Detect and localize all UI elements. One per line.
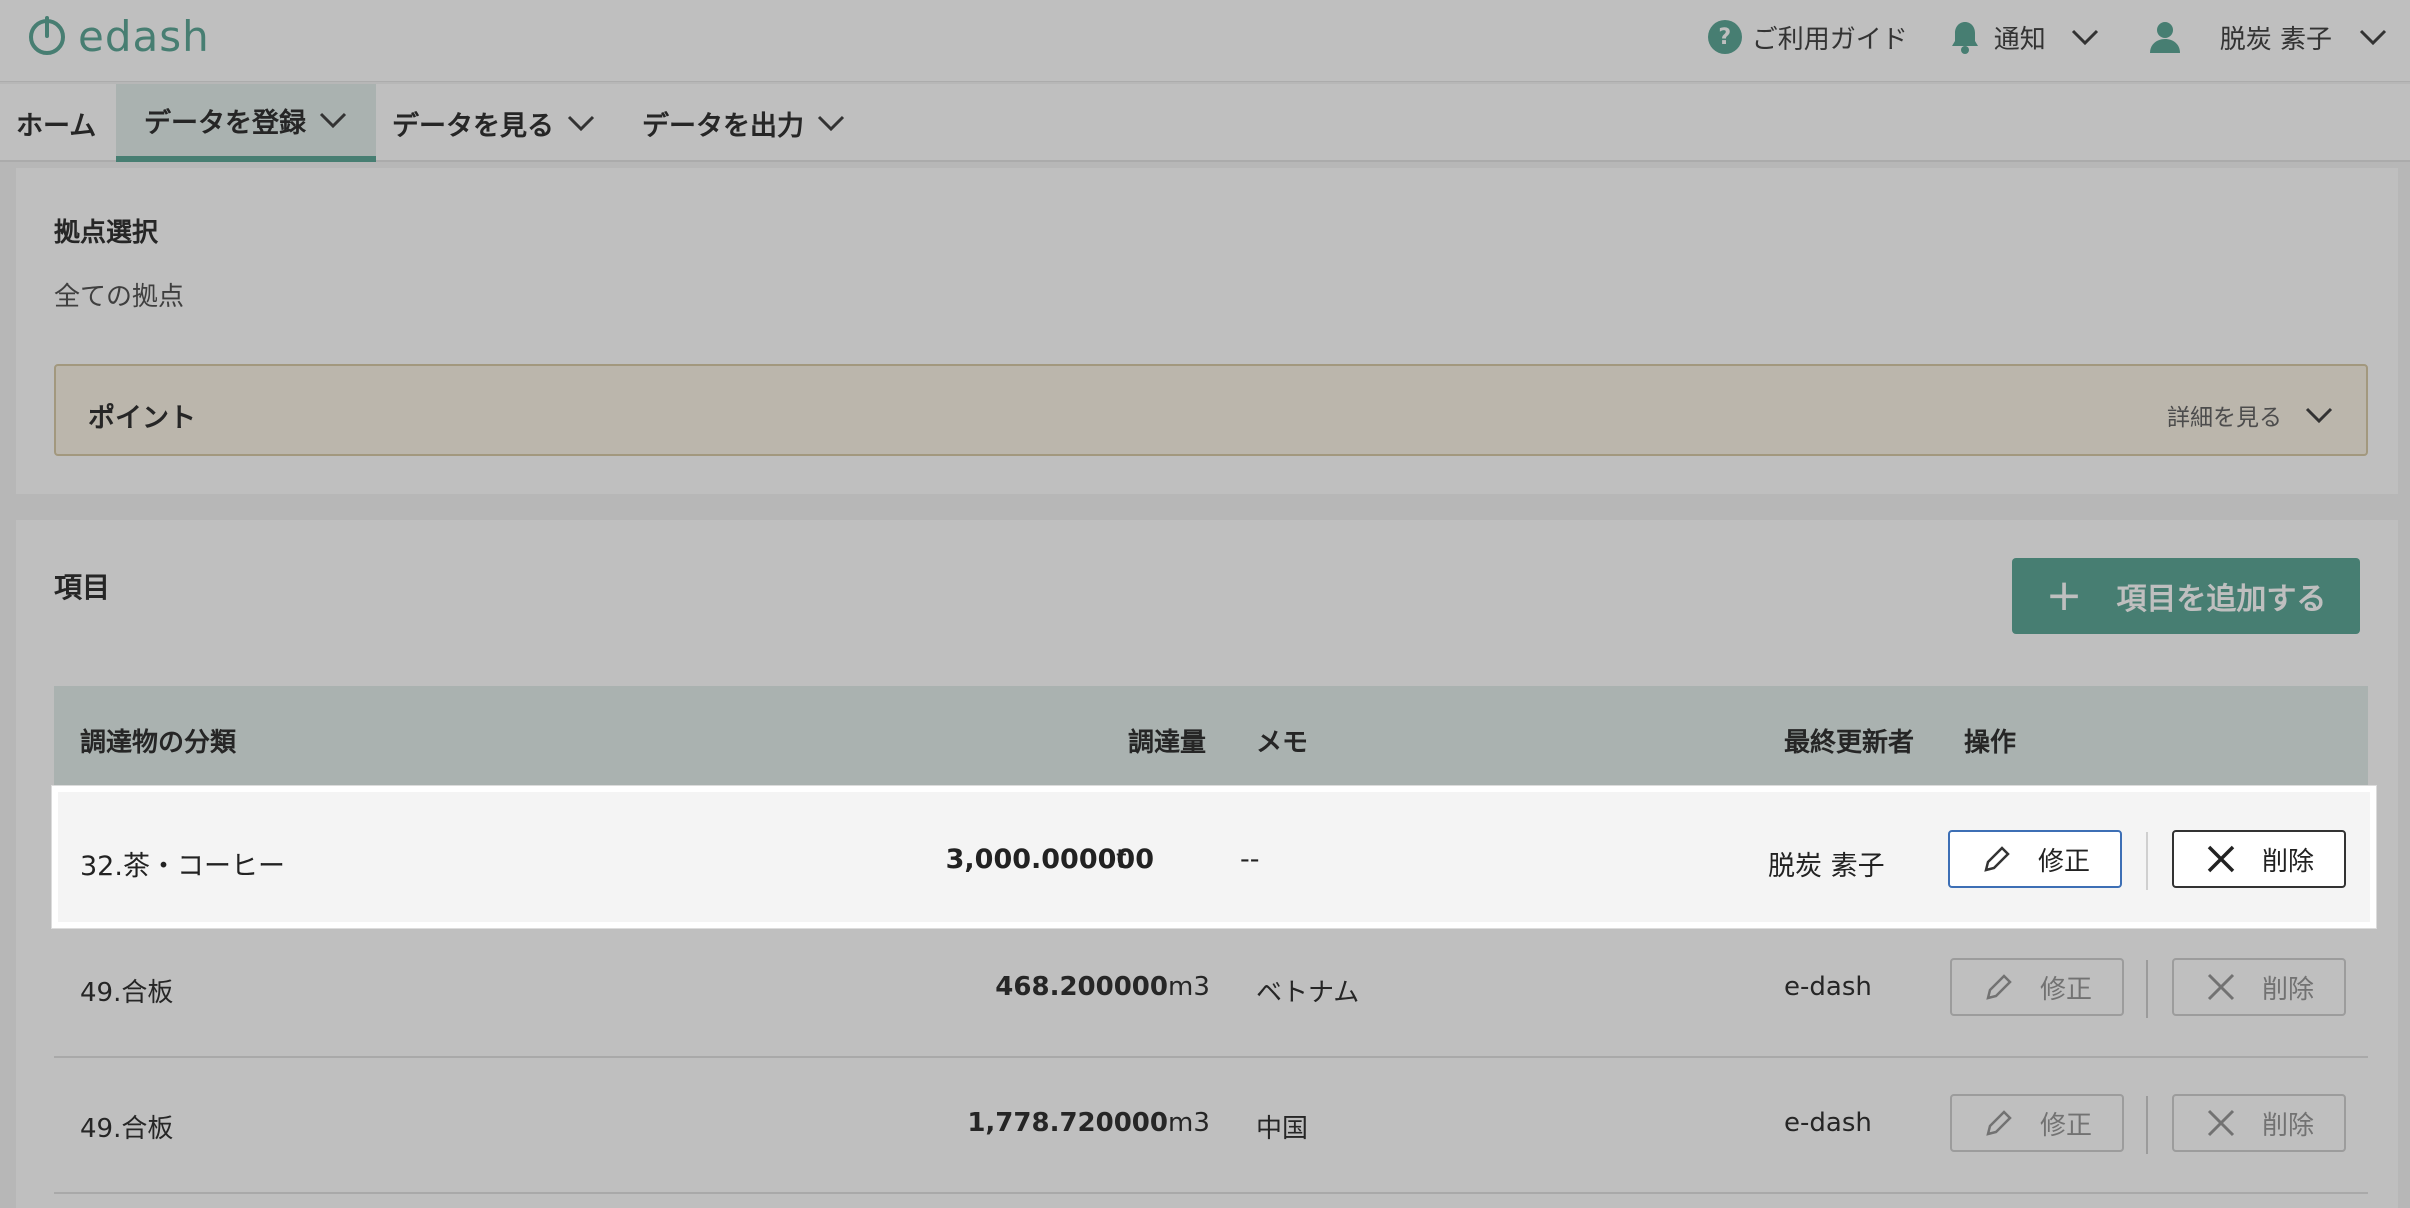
add-item-button[interactable]: + 項目を追加する bbox=[2012, 558, 2360, 634]
close-icon bbox=[2207, 845, 2235, 873]
items-table: 調達物の分類 調達量 メモ 最終更新者 操作 49.合板 468.200000 … bbox=[54, 686, 2368, 1194]
pencil-icon bbox=[1984, 846, 2010, 872]
delete-label: 削除 bbox=[2261, 846, 2314, 877]
row-updated-by: e-dash bbox=[1784, 1108, 1872, 1138]
notification-label: 通知 bbox=[1993, 24, 2046, 55]
close-icon bbox=[2207, 1109, 2235, 1137]
user-menu[interactable]: 脱炭 素子 bbox=[2148, 19, 2388, 56]
column-header-actions: 操作 bbox=[1964, 728, 2017, 758]
row-unit: m3 bbox=[1168, 972, 1210, 1002]
site-select-title: 拠点選択 bbox=[54, 218, 159, 248]
table-header: 調達物の分類 調達量 メモ 最終更新者 操作 bbox=[54, 686, 2368, 786]
user-name: 脱炭 素子 bbox=[2219, 24, 2332, 55]
row-quantity: 1,778.720000 bbox=[967, 1108, 1168, 1138]
help-guide-link[interactable]: ? ご利用ガイド bbox=[1707, 19, 1908, 56]
user-icon bbox=[2148, 19, 2182, 55]
table-row: 49.合板 1,778.720000 m3 中国 e-dash 修正 削除 bbox=[54, 1058, 2368, 1194]
tab-label: データを出力 bbox=[642, 110, 804, 142]
row-memo: ベトナム bbox=[1256, 978, 1360, 1008]
help-icon: ? bbox=[1707, 20, 1742, 54]
logo-text: edash bbox=[78, 12, 210, 61]
edit-label: 修正 bbox=[2039, 974, 2092, 1005]
delete-label: 削除 bbox=[2261, 974, 2314, 1005]
top-header: edash ? ご利用ガイド 通知 脱炭 素子 bbox=[0, 0, 2410, 82]
action-divider bbox=[2146, 1096, 2148, 1154]
chevron-down-icon bbox=[816, 114, 846, 132]
tab-export-data[interactable]: データを出力 bbox=[642, 84, 846, 162]
delete-button[interactable]: 削除 bbox=[2172, 1094, 2346, 1152]
header-actions: ? ご利用ガイド 通知 脱炭 素子 bbox=[1707, 14, 2388, 60]
close-icon bbox=[2207, 973, 2235, 1001]
edit-button[interactable]: 修正 bbox=[1948, 830, 2122, 888]
column-header-category: 調達物の分類 bbox=[80, 728, 237, 758]
action-divider bbox=[2146, 960, 2148, 1018]
row-category: 32.茶・コーヒー bbox=[80, 851, 285, 882]
row-updated-by: 脱炭 素子 bbox=[1768, 851, 1885, 882]
points-detail-toggle[interactable]: 詳細を見る bbox=[2167, 398, 2334, 432]
table-row: 49.合板 468.200000 m3 ベトナム e-dash 修正 削除 bbox=[54, 922, 2368, 1058]
main-nav: ホーム データを登録 データを見る データを出力 bbox=[0, 84, 2410, 162]
notification-menu[interactable]: 通知 bbox=[1948, 19, 2100, 56]
bell-icon bbox=[1948, 19, 1982, 55]
column-header-quantity: 調達量 bbox=[1128, 728, 1207, 758]
points-accordion[interactable]: ポイント 詳細を見る bbox=[54, 364, 2368, 456]
pencil-icon bbox=[1986, 974, 2012, 1000]
row-updated-by: e-dash bbox=[1784, 972, 1872, 1002]
add-item-label: 項目を追加する bbox=[2116, 582, 2327, 617]
edit-label: 修正 bbox=[2037, 846, 2090, 877]
power-icon bbox=[26, 14, 68, 60]
tab-label: ホーム bbox=[16, 110, 97, 142]
row-category: 49.合板 bbox=[80, 978, 174, 1008]
points-title: ポイント bbox=[88, 403, 196, 434]
tab-view-data[interactable]: データを見る bbox=[392, 84, 596, 162]
delete-label: 削除 bbox=[2261, 1110, 2314, 1141]
action-divider bbox=[2146, 832, 2148, 890]
column-header-memo: メモ bbox=[1256, 728, 1309, 758]
delete-button[interactable]: 削除 bbox=[2172, 830, 2346, 888]
highlighted-table-row: 32.茶・コーヒー 3,000.000000 t -- 脱炭 素子 修正 削除 bbox=[52, 786, 2376, 928]
tab-register-data[interactable]: データを登録 bbox=[116, 84, 376, 162]
tab-label: データを見る bbox=[392, 110, 554, 142]
column-header-updated-by: 最終更新者 bbox=[1784, 728, 1915, 758]
plus-icon: + bbox=[2045, 570, 2083, 621]
items-title: 項目 bbox=[54, 571, 111, 604]
chevron-down-icon bbox=[2304, 406, 2334, 424]
row-unit: m3 bbox=[1168, 1108, 1210, 1138]
edit-button[interactable]: 修正 bbox=[1950, 1094, 2124, 1152]
site-select-value[interactable]: 全ての拠点 bbox=[54, 276, 184, 313]
row-category: 49.合板 bbox=[80, 1114, 174, 1144]
app-root: edash ? ご利用ガイド 通知 脱炭 素子 ホーム データを登録 データを見… bbox=[0, 0, 2410, 1208]
pencil-icon bbox=[1986, 1110, 2012, 1136]
site-select-panel: 拠点選択 全ての拠点 ポイント 詳細を見る bbox=[16, 168, 2398, 494]
row-memo: -- bbox=[1240, 844, 1260, 875]
row-quantity: 468.200000 bbox=[995, 972, 1168, 1002]
chevron-down-icon bbox=[2070, 28, 2100, 46]
chevron-down-icon bbox=[318, 111, 348, 129]
chevron-down-icon bbox=[2358, 28, 2388, 46]
edit-label: 修正 bbox=[2039, 1110, 2092, 1141]
row-unit: t bbox=[1116, 844, 1127, 875]
row-memo: 中国 bbox=[1256, 1114, 1309, 1144]
chevron-down-icon bbox=[566, 114, 596, 132]
edit-button[interactable]: 修正 bbox=[1950, 958, 2124, 1016]
points-detail-label: 詳細を見る bbox=[2167, 405, 2282, 431]
help-guide-label: ご利用ガイド bbox=[1751, 24, 1908, 55]
delete-button[interactable]: 削除 bbox=[2172, 958, 2346, 1016]
tab-label: データを登録 bbox=[144, 107, 306, 139]
logo[interactable]: edash bbox=[26, 14, 210, 60]
tab-home[interactable]: ホーム bbox=[16, 84, 96, 162]
